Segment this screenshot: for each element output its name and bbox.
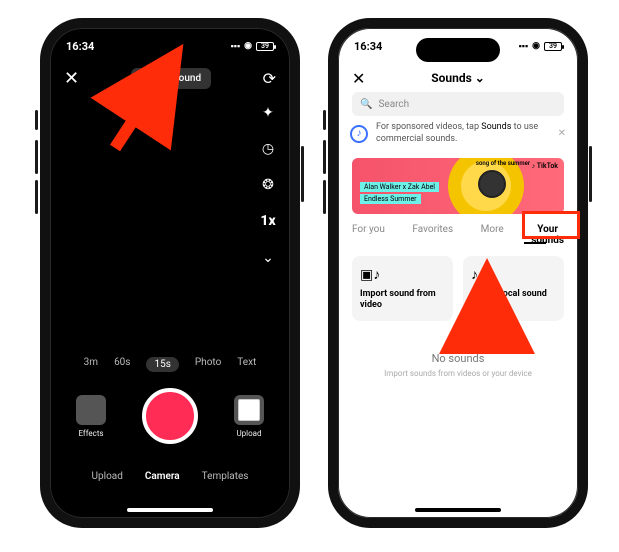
empty-subtitle: Import sounds from videos or your device: [358, 369, 558, 378]
effects-label: Effects: [78, 429, 103, 438]
annotation-highlight-your-sounds: [522, 211, 580, 239]
close-icon[interactable]: ✕: [352, 69, 365, 88]
dismiss-notice-icon[interactable]: ✕: [558, 127, 566, 140]
mode-upload[interactable]: Upload: [92, 471, 123, 482]
signal-icon: ▪▪▪: [519, 41, 529, 52]
duration-text[interactable]: Text: [237, 357, 256, 372]
promo-banner[interactable]: ♪ TikTok song of the summer Alan Walker …: [352, 158, 564, 214]
video-sound-icon: ▣♪: [360, 266, 445, 283]
status-indicators: ▪▪▪ ◉ 39: [519, 41, 562, 52]
phone-side-button: [589, 146, 592, 202]
filters-icon[interactable]: ❂: [259, 176, 277, 194]
mode-camera[interactable]: Camera: [145, 471, 180, 482]
phone-side-button: [323, 180, 326, 214]
phone-sounds-screen: 16:34 ▪▪▪ ◉ 39 ✕ Sounds ⌄ 🔍 Search ♪ For…: [328, 18, 588, 528]
expand-tools-icon[interactable]: ⌄: [258, 248, 278, 268]
flash-icon[interactable]: ✦: [259, 104, 277, 122]
info-music-icon: ♪: [350, 125, 368, 143]
banner-tagline: song of the summer: [476, 160, 530, 167]
battery-icon: 39: [256, 42, 274, 51]
phone-side-button: [323, 140, 326, 174]
duration-15s[interactable]: 15s: [146, 357, 178, 372]
wifi-icon: ◉: [532, 41, 540, 51]
search-icon: 🔍: [360, 99, 372, 110]
mode-templates[interactable]: Templates: [202, 471, 249, 482]
effects-icon: [76, 395, 106, 425]
home-indicator[interactable]: [415, 508, 501, 512]
record-button[interactable]: [142, 388, 198, 444]
banner-artist-tag: Alan Walker x Zak Abel: [360, 182, 439, 192]
battery-icon: 39: [544, 42, 562, 51]
capture-row: Effects Upload: [50, 388, 290, 444]
notch: [128, 38, 212, 62]
status-time: 16:34: [66, 40, 94, 53]
tab-underline: [524, 242, 546, 244]
page-title[interactable]: Sounds ⌄: [431, 71, 485, 85]
phone-side-button: [35, 180, 38, 214]
tab-favorites[interactable]: Favorites: [412, 224, 453, 246]
camera-side-tools: ✦ ◷ ❂ 1x ⌄: [258, 104, 278, 268]
tiktok-logo: ♪ TikTok: [532, 162, 558, 170]
notch: [416, 38, 500, 62]
phone-side-button: [35, 110, 38, 130]
tab-more[interactable]: More: [481, 224, 504, 246]
duration-selector: 3m 60s 15s Photo Text: [50, 357, 290, 372]
annotation-arrow-import-local: [457, 300, 517, 360]
upload-button[interactable]: Upload: [234, 395, 264, 438]
speed-icon[interactable]: 1x: [259, 212, 277, 230]
tab-foryou[interactable]: For you: [352, 224, 385, 246]
sounds-header: ✕ Sounds ⌄: [338, 66, 578, 90]
duration-60s[interactable]: 60s: [114, 357, 130, 372]
import-local-label: Import local sound: [471, 289, 556, 300]
home-indicator[interactable]: [127, 508, 213, 512]
flip-camera-icon[interactable]: ⟳: [263, 69, 276, 88]
duration-photo[interactable]: Photo: [195, 357, 221, 372]
import-from-video-button[interactable]: ▣♪ Import sound from video: [352, 256, 453, 321]
phone-side-button: [323, 110, 326, 130]
import-video-label: Import sound from video: [360, 289, 445, 311]
local-sound-icon: ♪⌕: [471, 266, 556, 283]
duration-3m[interactable]: 3m: [84, 357, 98, 372]
signal-icon: ▪▪▪: [231, 41, 241, 52]
close-icon[interactable]: ✕: [64, 68, 79, 89]
timer-icon[interactable]: ◷: [259, 140, 277, 158]
notice-text: For sponsored videos, tap Sounds to use …: [376, 122, 550, 145]
upload-icon: [234, 395, 264, 425]
upload-label: Upload: [236, 429, 261, 438]
mode-selector: Upload Camera Templates: [50, 471, 290, 482]
wifi-icon: ◉: [244, 41, 252, 51]
banner-song-tag: Endless Summer: [360, 194, 421, 204]
status-indicators: ▪▪▪ ◉ 39: [231, 41, 274, 52]
search-input[interactable]: 🔍 Search: [352, 92, 564, 116]
annotation-arrow-add-sound: [105, 78, 175, 158]
sponsored-notice: ♪ For sponsored videos, tap Sounds to us…: [350, 122, 566, 145]
status-time: 16:34: [354, 40, 382, 53]
effects-button[interactable]: Effects: [76, 395, 106, 438]
artist-avatar: [478, 170, 506, 198]
chevron-down-icon: ⌄: [472, 71, 485, 85]
search-placeholder: Search: [378, 99, 409, 110]
phone-side-button: [301, 146, 304, 202]
phone-side-button: [35, 140, 38, 174]
